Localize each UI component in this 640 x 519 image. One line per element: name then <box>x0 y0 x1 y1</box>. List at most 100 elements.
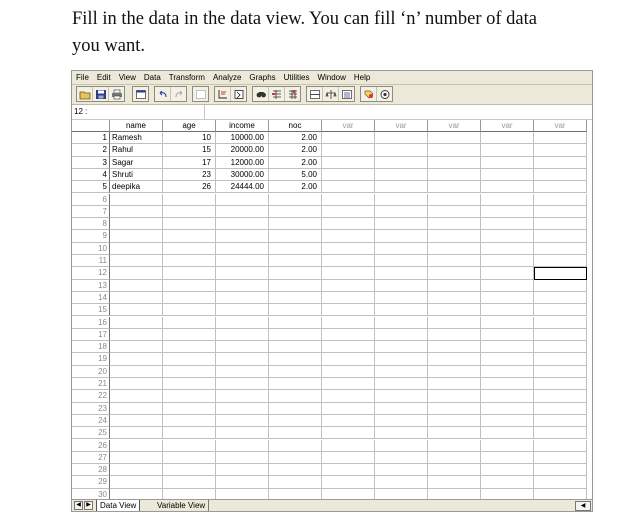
insert-cases-icon[interactable] <box>269 87 285 101</box>
data-cell[interactable] <box>269 365 322 378</box>
row-number[interactable]: 10 <box>72 242 110 255</box>
data-cell[interactable] <box>428 316 481 329</box>
data-cell[interactable] <box>163 255 216 268</box>
data-cell[interactable] <box>110 304 163 317</box>
data-cell[interactable] <box>163 304 216 317</box>
data-cell[interactable] <box>428 378 481 391</box>
data-cell[interactable] <box>110 291 163 305</box>
redo-icon[interactable] <box>171 87 186 101</box>
data-cell[interactable] <box>481 132 534 145</box>
data-cell[interactable] <box>269 218 322 231</box>
data-cell[interactable] <box>216 476 269 489</box>
data-cell[interactable] <box>534 291 587 305</box>
data-cell[interactable] <box>322 378 375 391</box>
data-cell[interactable]: 2.00 <box>269 144 322 157</box>
split-file-icon[interactable] <box>307 87 323 101</box>
data-cell[interactable] <box>375 205 428 219</box>
tab-prev-button[interactable]: ◀ <box>74 501 83 510</box>
row-number[interactable]: 15 <box>72 304 110 317</box>
data-cell[interactable] <box>534 365 587 378</box>
data-cell[interactable] <box>534 132 587 145</box>
data-cell[interactable] <box>163 193 216 206</box>
data-cell[interactable] <box>375 132 428 145</box>
column-header-var-1[interactable]: var <box>322 120 375 132</box>
data-cell[interactable] <box>163 414 216 428</box>
row-number[interactable]: 12 <box>72 267 110 280</box>
data-cell[interactable]: Ramesh <box>110 132 163 145</box>
row-number[interactable]: 2 <box>72 144 110 157</box>
data-cell[interactable] <box>163 242 216 255</box>
data-cell[interactable] <box>322 218 375 231</box>
data-cell[interactable] <box>481 168 534 182</box>
data-cell[interactable] <box>269 267 322 280</box>
data-cell[interactable] <box>428 414 481 428</box>
row-number[interactable]: 8 <box>72 218 110 231</box>
menu-window[interactable]: Window <box>313 73 349 82</box>
data-cell[interactable] <box>322 255 375 268</box>
data-cell[interactable] <box>269 279 322 292</box>
data-cell[interactable] <box>375 365 428 378</box>
data-cell[interactable] <box>269 291 322 305</box>
data-cell[interactable] <box>163 402 216 415</box>
data-cell[interactable] <box>269 193 322 206</box>
data-cell[interactable] <box>481 476 534 489</box>
dialog-recall-icon[interactable] <box>133 87 148 101</box>
data-cell[interactable] <box>375 255 428 268</box>
data-cell[interactable] <box>110 464 163 477</box>
data-cell[interactable] <box>163 439 216 452</box>
data-cell[interactable] <box>216 279 269 292</box>
data-cell[interactable] <box>322 193 375 206</box>
data-cell[interactable] <box>481 242 534 255</box>
data-cell[interactable] <box>216 304 269 317</box>
data-cell[interactable] <box>534 181 587 194</box>
data-cell[interactable] <box>534 341 587 354</box>
data-cell[interactable] <box>375 427 428 440</box>
data-cell[interactable] <box>322 390 375 403</box>
print-icon[interactable] <box>109 87 124 101</box>
data-cell[interactable] <box>481 267 534 280</box>
data-cell[interactable] <box>534 168 587 182</box>
data-cell[interactable]: 5.00 <box>269 168 322 182</box>
data-cell[interactable] <box>481 304 534 317</box>
data-cell[interactable] <box>269 451 322 465</box>
data-cell[interactable] <box>481 378 534 391</box>
data-cell[interactable] <box>481 439 534 452</box>
data-cell[interactable] <box>428 341 481 354</box>
data-cell[interactable] <box>481 316 534 329</box>
menu-view[interactable]: View <box>115 73 140 82</box>
use-sets-icon[interactable] <box>377 87 392 101</box>
tab-variable-view[interactable]: Variable View <box>154 500 210 511</box>
data-cell[interactable] <box>375 353 428 366</box>
data-cell[interactable] <box>428 242 481 255</box>
data-cell[interactable] <box>534 267 587 280</box>
data-cell[interactable] <box>375 316 428 329</box>
data-cell[interactable] <box>534 205 587 219</box>
data-cell[interactable] <box>110 439 163 452</box>
data-cell[interactable] <box>110 414 163 428</box>
data-cell[interactable] <box>110 316 163 329</box>
data-cell[interactable] <box>322 156 375 169</box>
data-cell[interactable] <box>481 205 534 219</box>
data-cell[interactable] <box>269 427 322 440</box>
data-cell[interactable] <box>216 230 269 243</box>
data-cell[interactable] <box>375 291 428 305</box>
data-cell[interactable] <box>481 464 534 477</box>
data-cell[interactable] <box>163 378 216 391</box>
data-cell[interactable]: 30000.00 <box>216 168 269 182</box>
data-cell[interactable] <box>163 427 216 440</box>
data-cell[interactable] <box>534 464 587 477</box>
column-header-noc[interactable]: noc <box>269 120 322 132</box>
data-cell[interactable] <box>481 255 534 268</box>
data-cell[interactable] <box>322 132 375 145</box>
menu-help[interactable]: Help <box>350 73 374 82</box>
data-cell[interactable] <box>322 402 375 415</box>
data-cell[interactable] <box>163 353 216 366</box>
data-cell[interactable]: Rahul <box>110 144 163 157</box>
data-cell[interactable] <box>269 328 322 342</box>
data-cell[interactable] <box>428 132 481 145</box>
data-cell[interactable] <box>428 365 481 378</box>
data-cell[interactable] <box>428 451 481 465</box>
data-cell[interactable] <box>534 156 587 169</box>
data-cell[interactable] <box>428 144 481 157</box>
data-cell[interactable] <box>375 304 428 317</box>
